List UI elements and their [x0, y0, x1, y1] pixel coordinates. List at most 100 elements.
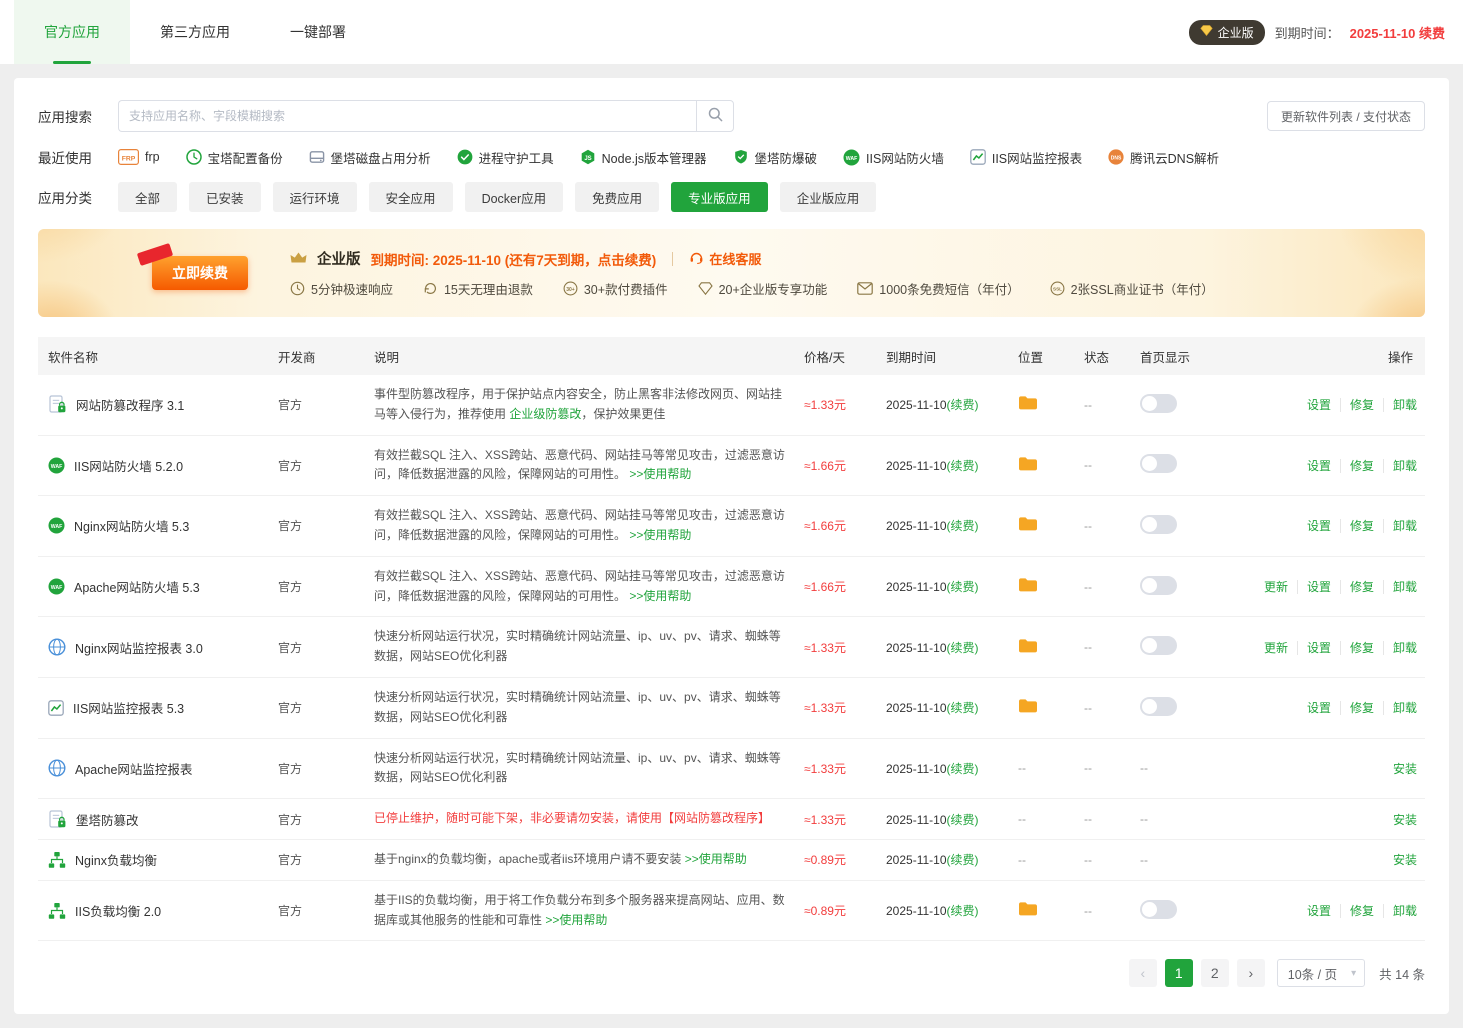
expire-renew-link[interactable]: (续费)	[947, 762, 979, 776]
page-button-2[interactable]: 2	[1201, 959, 1229, 987]
app-name[interactable]: Apache网站防火墙 5.3	[74, 577, 200, 596]
search-input[interactable]	[118, 100, 696, 132]
home-display-toggle[interactable]	[1140, 636, 1177, 655]
recent-app-iis-monitor-report[interactable]: IIS网站监控报表	[970, 148, 1082, 167]
action-settings-link[interactable]: 设置	[1297, 580, 1340, 594]
app-name[interactable]: 堡塔防篡改	[76, 810, 139, 829]
folder-icon[interactable]	[1018, 456, 1038, 472]
action-repair-link[interactable]: 修复	[1340, 641, 1383, 655]
actions-cell: 设置修复卸载	[1236, 880, 1425, 941]
banner-expire-renew-link[interactable]: 到期时间: 2025-11-10 (还有7天到期，点击续费)	[371, 249, 657, 269]
online-support-link[interactable]: 在线客服	[689, 249, 761, 268]
action-uninstall-link[interactable]: 卸载	[1383, 904, 1417, 918]
folder-icon[interactable]	[1018, 395, 1038, 411]
page-size-select[interactable]: 10条 / 页 ▾	[1277, 959, 1365, 987]
category-pro-button[interactable]: 专业版应用	[671, 182, 768, 212]
app-name[interactable]: Apache网站监控报表	[75, 759, 192, 778]
category-runtime-button[interactable]: 运行环境	[273, 182, 357, 212]
expire-renew-link[interactable]: (续费)	[947, 580, 979, 594]
action-install-link[interactable]: 安装	[1384, 762, 1417, 776]
action-repair-link[interactable]: 修复	[1340, 904, 1383, 918]
action-settings-link[interactable]: 设置	[1298, 904, 1340, 918]
folder-icon[interactable]	[1018, 901, 1038, 917]
desc-help-link[interactable]: 企业级防篡改	[509, 407, 581, 421]
app-name[interactable]: Nginx网站监控报表 3.0	[75, 638, 203, 657]
category-installed-button[interactable]: 已安装	[189, 182, 261, 212]
recent-app-process-guard[interactable]: 进程守护工具	[457, 148, 554, 167]
desc-help-link[interactable]: >>使用帮助	[629, 528, 691, 542]
app-name[interactable]: IIS网站监控报表 5.3	[73, 698, 184, 717]
next-page-button[interactable]: ›	[1237, 959, 1265, 987]
home-display-toggle[interactable]	[1140, 515, 1177, 534]
expire-renew-link[interactable]: (续费)	[947, 904, 979, 918]
home-display-toggle[interactable]	[1140, 697, 1177, 716]
action-update-link[interactable]: 更新	[1255, 641, 1297, 655]
update-software-list-button[interactable]: 更新软件列表 / 支付状态	[1267, 101, 1425, 131]
category-all-button[interactable]: 全部	[118, 182, 177, 212]
home-display-toggle[interactable]	[1140, 394, 1177, 413]
recent-app-frp[interactable]: FRPfrp	[118, 149, 160, 165]
expire-renew-link[interactable]: (续费)	[947, 701, 979, 715]
action-repair-link[interactable]: 修复	[1340, 701, 1383, 715]
expire-renew-link[interactable]: (续费)	[947, 459, 979, 473]
recent-app-anti-brute-force[interactable]: 堡塔防爆破	[733, 148, 818, 167]
recent-app-nodejs-manager[interactable]: JSNode.js版本管理器	[580, 148, 707, 167]
desc-help-link[interactable]: >>使用帮助	[545, 913, 607, 927]
renew-now-button[interactable]: 立即续费	[152, 256, 248, 290]
expire-renew-link[interactable]: (续费)	[947, 853, 979, 867]
license-renew-link[interactable]: 2025-11-10 续费	[1350, 23, 1445, 42]
recent-app-disk-analysis[interactable]: 堡塔磁盘占用分析	[309, 148, 431, 167]
folder-icon[interactable]	[1018, 577, 1038, 593]
app-name[interactable]: IIS网站防火墙 5.2.0	[74, 456, 183, 475]
folder-icon[interactable]	[1018, 698, 1038, 714]
action-uninstall-link[interactable]: 卸载	[1383, 701, 1417, 715]
tab-one-click-deploy[interactable]: 一键部署	[260, 0, 376, 64]
folder-icon[interactable]	[1018, 516, 1038, 532]
category-security-button[interactable]: 安全应用	[369, 182, 453, 212]
expire-renew-link[interactable]: (续费)	[947, 519, 979, 533]
recent-app-config-backup[interactable]: 宝塔配置备份	[186, 148, 283, 167]
action-repair-link[interactable]: 修复	[1340, 459, 1383, 473]
action-install-link[interactable]: 安装	[1384, 853, 1417, 867]
app-name[interactable]: 网站防篡改程序 3.1	[76, 395, 184, 414]
action-settings-link[interactable]: 设置	[1298, 519, 1340, 533]
expire-renew-link[interactable]: (续费)	[947, 641, 979, 655]
app-name[interactable]: Nginx网站防火墙 5.3	[74, 516, 189, 535]
action-repair-link[interactable]: 修复	[1340, 519, 1383, 533]
action-settings-link[interactable]: 设置	[1297, 641, 1340, 655]
page-button-1[interactable]: 1	[1165, 959, 1193, 987]
home-display-toggle[interactable]	[1140, 576, 1177, 595]
tab-third-party-apps[interactable]: 第三方应用	[130, 0, 260, 64]
action-settings-link[interactable]: 设置	[1298, 701, 1340, 715]
search-button[interactable]	[696, 100, 734, 132]
category-enterprise-button[interactable]: 企业版应用	[780, 182, 877, 212]
expire-renew-link[interactable]: (续费)	[947, 398, 979, 412]
action-uninstall-link[interactable]: 卸载	[1383, 641, 1417, 655]
recent-app-iis-waf[interactable]: WAFIIS网站防火墙	[843, 148, 944, 167]
folder-icon[interactable]	[1018, 638, 1038, 654]
action-settings-link[interactable]: 设置	[1298, 459, 1340, 473]
category-free-button[interactable]: 免费应用	[575, 182, 659, 212]
tab-official-apps[interactable]: 官方应用	[14, 0, 130, 64]
renew-button-wrap: 立即续费	[152, 256, 248, 290]
category-docker-button[interactable]: Docker应用	[465, 182, 564, 212]
desc-help-link[interactable]: >>使用帮助	[685, 852, 747, 866]
expire-renew-link[interactable]: (续费)	[947, 813, 979, 827]
prev-page-button[interactable]: ‹	[1129, 959, 1157, 987]
action-repair-link[interactable]: 修复	[1340, 580, 1383, 594]
app-name[interactable]: Nginx负载均衡	[75, 850, 157, 869]
desc-help-link[interactable]: >>使用帮助	[629, 467, 691, 481]
action-uninstall-link[interactable]: 卸载	[1383, 580, 1417, 594]
app-name[interactable]: IIS负载均衡 2.0	[75, 901, 161, 920]
recent-app-tencent-dns[interactable]: DNS腾讯云DNS解析	[1108, 148, 1219, 167]
action-repair-link[interactable]: 修复	[1340, 398, 1383, 412]
action-uninstall-link[interactable]: 卸载	[1383, 459, 1417, 473]
home-display-toggle[interactable]	[1140, 900, 1177, 919]
action-uninstall-link[interactable]: 卸载	[1383, 398, 1417, 412]
action-settings-link[interactable]: 设置	[1298, 398, 1340, 412]
action-update-link[interactable]: 更新	[1255, 580, 1297, 594]
desc-help-link[interactable]: >>使用帮助	[629, 589, 691, 603]
action-install-link[interactable]: 安装	[1384, 813, 1417, 827]
home-display-toggle[interactable]	[1140, 454, 1177, 473]
action-uninstall-link[interactable]: 卸载	[1383, 519, 1417, 533]
